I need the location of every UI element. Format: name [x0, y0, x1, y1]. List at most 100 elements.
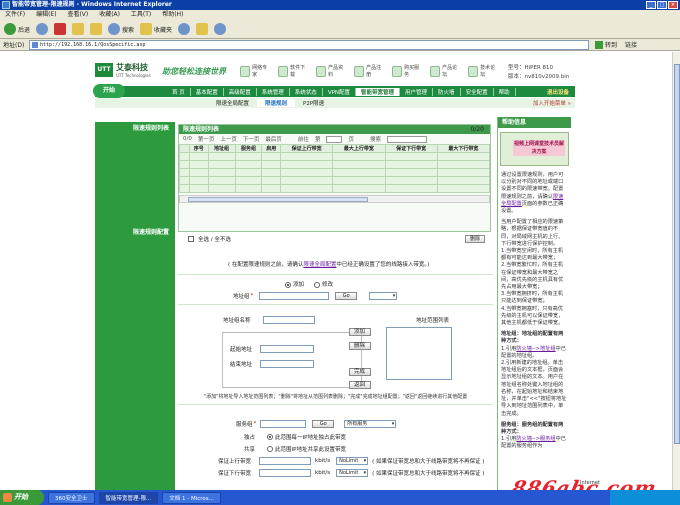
favorites-button[interactable]: 收藏夹: [140, 23, 172, 35]
global-config-link[interactable]: 限速全局配置: [303, 262, 336, 268]
help-addr-group-link[interactable]: 防火墙-->地址组: [516, 346, 555, 352]
history-button[interactable]: [178, 23, 191, 35]
refresh-button[interactable]: [72, 23, 85, 35]
up-bw-input[interactable]: [259, 457, 312, 465]
link-tech-forum[interactable]: 技术论坛: [468, 64, 498, 78]
links-button[interactable]: 链接: [625, 40, 637, 49]
back-button[interactable]: 后退: [4, 23, 30, 35]
link-register[interactable]: 产品注册: [354, 64, 384, 78]
down-bw-select[interactable]: NoLimit: [336, 469, 369, 477]
addr-range-listbox[interactable]: [386, 327, 452, 380]
mail-icon: [196, 23, 209, 35]
link-product-forum[interactable]: 产品论坛: [430, 64, 460, 78]
left-labels: 限速规则列表 限速规则配置: [95, 122, 175, 490]
next-page-link[interactable]: 下一页: [243, 135, 260, 143]
menu-view[interactable]: 查看(V): [67, 11, 88, 18]
subtab-rate-rules[interactable]: 限速规则: [257, 99, 296, 107]
cart-icon: [392, 65, 403, 77]
taskbar-task[interactable]: 文档 1 - Micros...: [162, 491, 221, 504]
select-all-checkbox[interactable]: [188, 236, 194, 242]
link-product-docs[interactable]: 产品资料: [316, 64, 346, 78]
add-to-start-menu-link[interactable]: 加入开始菜单 »: [533, 99, 571, 107]
mail-button[interactable]: [196, 23, 209, 35]
home-button[interactable]: [90, 23, 103, 35]
exclusive-radio[interactable]: [267, 433, 275, 441]
help-title: 帮助信息: [498, 117, 571, 128]
print-button[interactable]: [214, 23, 227, 35]
taskbar-task[interactable]: 智能带宽管理-限...: [98, 491, 159, 504]
up-bw-select[interactable]: NoLimit: [336, 457, 369, 465]
main-nav: 开始 首 页基本配置 高级配置 系统管理 系统状态 VPN配置 智能带宽管理 用户管理 防火墙…: [93, 84, 575, 98]
nav-item-6[interactable]: 智能带宽管理: [356, 87, 401, 96]
star-icon: [140, 23, 153, 35]
sub-nav: 限速全局配置 限速规则 P2P限速 加入开始菜单 »: [95, 98, 575, 108]
subtab-global-config[interactable]: 限速全局配置: [208, 99, 257, 107]
service-group-select[interactable]: 所有服务: [344, 420, 397, 428]
addr-group-input[interactable]: [259, 292, 330, 300]
page-number-input[interactable]: [326, 135, 343, 143]
search-button[interactable]: 搜索: [108, 23, 134, 35]
nav-item-5[interactable]: VPN配置: [323, 87, 357, 96]
done-button[interactable]: 完成: [349, 368, 371, 376]
minimize-button[interactable]: _: [646, 1, 656, 9]
mode-edit-radio[interactable]: 修改: [314, 280, 333, 288]
link-buy-service[interactable]: 购买服务: [392, 64, 422, 78]
nav-start-button[interactable]: 开始: [93, 84, 125, 98]
menu-file[interactable]: 文件(F): [5, 11, 25, 18]
nav-item-4[interactable]: 系统状态: [290, 87, 323, 96]
help-video-banner[interactable]: 视频上网课堂技术员解决方案: [500, 132, 569, 166]
share-radio[interactable]: [267, 445, 275, 453]
page-scrollbar[interactable]: [672, 52, 680, 490]
delete-addr-button[interactable]: 删除: [349, 342, 371, 350]
add-addr-button[interactable]: 添加: [349, 328, 371, 336]
last-page-link[interactable]: 最后页: [265, 135, 282, 143]
pager: 0/0 第一页 上一页 下一页 最后页 前往 第 页 搜索: [179, 134, 490, 144]
link-download[interactable]: 软件下载: [278, 64, 308, 78]
col-header: 保证下行带宽: [384, 144, 438, 153]
subtab-p2p-limit[interactable]: P2P限速: [295, 99, 332, 107]
select-all-label: 全选 / 全不选: [198, 237, 231, 243]
nav-item-8[interactable]: 防火墙: [433, 87, 461, 96]
forum-icon: [430, 65, 441, 77]
nav-item-2[interactable]: 高级配置: [224, 87, 257, 96]
close-button[interactable]: ×: [668, 1, 678, 9]
stop-button[interactable]: [54, 23, 67, 35]
logout-link[interactable]: 退出设备: [547, 88, 569, 96]
mode-add-radio[interactable]: 添加: [285, 280, 304, 288]
addr-group-name-row: 地址组名称: [223, 316, 315, 324]
start-addr-input[interactable]: [260, 345, 315, 353]
nav-item-0[interactable]: 首 页: [167, 87, 191, 96]
address-input[interactable]: http://192.168.16.1/QosSpecific.asp: [29, 39, 589, 50]
first-page-link[interactable]: 第一页: [198, 135, 215, 143]
addr-group-select[interactable]: [369, 292, 398, 300]
taskbar-task[interactable]: 360安全卫士: [48, 491, 95, 504]
delete-rule-button[interactable]: 删除: [464, 235, 485, 243]
service-group-input[interactable]: [260, 420, 307, 428]
forward-button[interactable]: [36, 23, 49, 35]
back-button[interactable]: 返回: [349, 381, 371, 389]
nav-item-1[interactable]: 基本配置: [191, 87, 224, 96]
nav-item-7[interactable]: 用户管理: [400, 87, 434, 96]
menu-help[interactable]: 帮助(H): [162, 11, 183, 18]
menu-tools[interactable]: 工具(T): [131, 11, 151, 18]
end-addr-input[interactable]: [260, 360, 315, 368]
link-network-expert[interactable]: 网络专家: [240, 64, 270, 78]
menu-favorites[interactable]: 收藏(A): [99, 11, 120, 18]
down-bw-input[interactable]: [259, 469, 312, 477]
service-group-go-button[interactable]: Go: [312, 420, 335, 428]
nav-item-9[interactable]: 安全配置: [461, 87, 494, 96]
menu-edit[interactable]: 编辑(E): [36, 11, 56, 18]
help-service-group-link[interactable]: 防火墙-->服务组: [516, 436, 555, 442]
start-button[interactable]: 开始: [0, 490, 44, 505]
addr-group-go-button[interactable]: Go: [335, 292, 358, 300]
nav-item-3[interactable]: 系统管理: [257, 87, 290, 96]
ie-icon: [2, 1, 10, 9]
nav-item-10[interactable]: 帮助: [494, 87, 516, 96]
prev-page-link[interactable]: 上一页: [220, 135, 237, 143]
table-horizontal-scrollbar[interactable]: [179, 195, 490, 203]
home-icon: [90, 23, 103, 35]
addr-group-name-input[interactable]: [262, 316, 315, 324]
maximize-button[interactable]: □: [657, 1, 667, 9]
go-button[interactable]: 转到: [595, 40, 617, 49]
search-input[interactable]: [386, 135, 427, 143]
